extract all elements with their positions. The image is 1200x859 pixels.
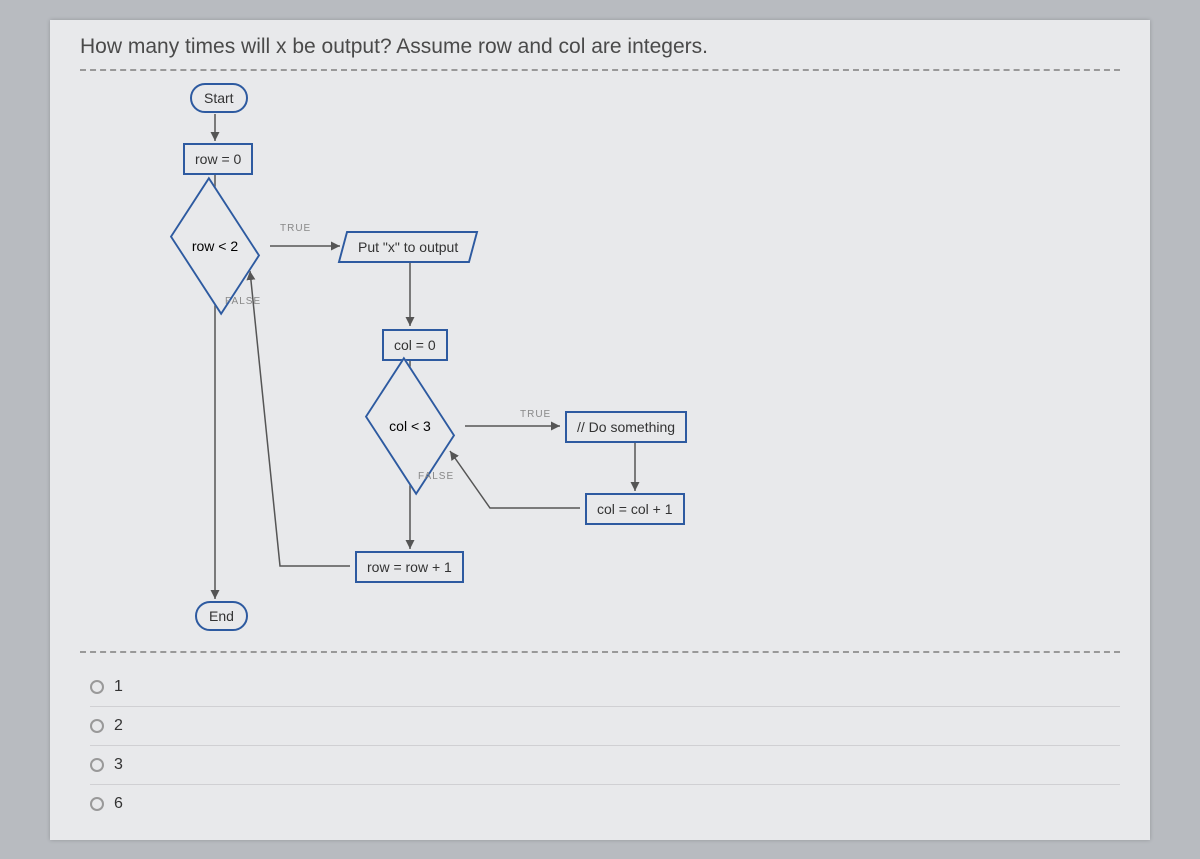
radio-icon <box>90 719 104 733</box>
flowchart-diagram: Start row = 0 row < 2 TRUE FALSE Put "x"… <box>80 71 1120 651</box>
row-cond-label: row < 2 <box>192 238 238 254</box>
col-init-label: col = 0 <box>394 337 436 353</box>
end-label: End <box>209 608 234 624</box>
flowchart-end: End <box>195 601 248 631</box>
radio-icon <box>90 758 104 772</box>
answer-label-3: 3 <box>114 756 123 774</box>
col-cond-label: col < 3 <box>389 418 431 434</box>
row-inc-label: row = row + 1 <box>367 559 452 575</box>
answers-divider <box>80 651 1120 653</box>
edge-true-1: TRUE <box>280 223 311 234</box>
edge-false-1: FALSE <box>225 296 261 307</box>
flowchart-col-cond: col < 3 <box>364 391 456 461</box>
row-init-label: row = 0 <box>195 151 241 167</box>
start-label: Start <box>204 90 234 106</box>
flowchart-col-init: col = 0 <box>382 329 448 361</box>
question-card: How many times will x be output? Assume … <box>50 20 1150 840</box>
flowchart-row-init: row = 0 <box>183 143 253 175</box>
answer-label-2: 2 <box>114 717 123 735</box>
flowchart-col-inc: col = col + 1 <box>585 493 685 525</box>
flowchart-start: Start <box>190 83 248 113</box>
flowchart-row-cond: row < 2 <box>169 211 261 281</box>
answer-option-4[interactable]: 6 <box>90 785 1120 823</box>
flowchart-row-inc: row = row + 1 <box>355 551 464 583</box>
output-label: Put "x" to output <box>358 239 458 255</box>
radio-icon <box>90 797 104 811</box>
edge-true-2: TRUE <box>520 409 551 420</box>
answer-option-2[interactable]: 2 <box>90 707 1120 746</box>
answer-option-1[interactable]: 1 <box>90 668 1120 707</box>
flowchart-output: Put "x" to output <box>338 231 479 263</box>
answer-list: 1 2 3 6 <box>80 668 1120 823</box>
do-something-label: // Do something <box>577 419 675 435</box>
answer-label-1: 1 <box>114 678 123 696</box>
radio-icon <box>90 680 104 694</box>
question-text: How many times will x be output? Assume … <box>80 35 1120 71</box>
answer-option-3[interactable]: 3 <box>90 746 1120 785</box>
col-inc-label: col = col + 1 <box>597 501 673 517</box>
answer-label-4: 6 <box>114 795 123 813</box>
flowchart-do-something: // Do something <box>565 411 687 443</box>
edge-false-2: FALSE <box>418 471 454 482</box>
